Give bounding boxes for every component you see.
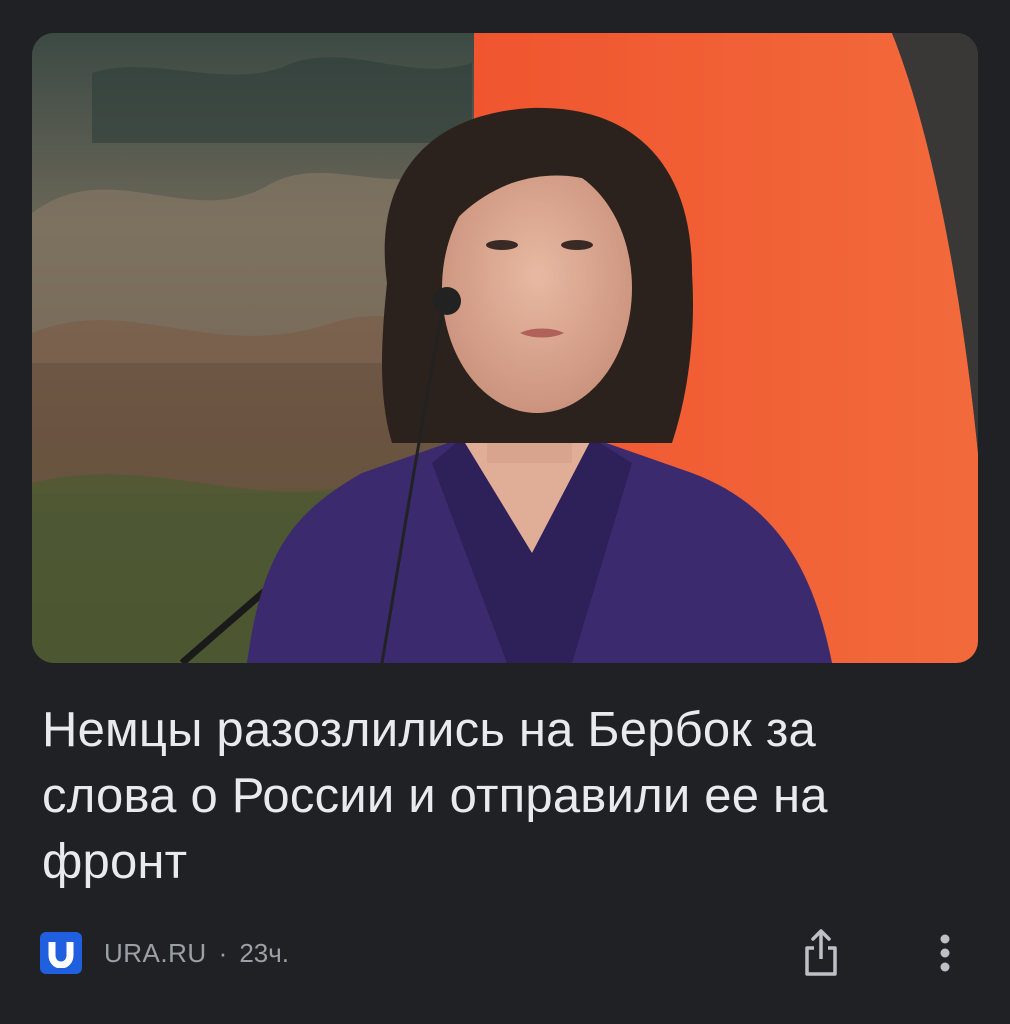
source-name[interactable]: URA.RU: [104, 938, 207, 969]
share-icon: [805, 929, 837, 976]
more-vert-icon: [940, 934, 950, 972]
article-headline[interactable]: Немцы разозлились на Бербок за слова о Р…: [42, 697, 942, 895]
ura-logo-icon: [40, 932, 82, 974]
more-options-button[interactable]: [926, 930, 964, 976]
publish-time: 23ч.: [239, 937, 290, 968]
article-meta: URA.RU · 23ч.: [40, 930, 289, 976]
share-button[interactable]: [798, 926, 844, 980]
news-card[interactable]: Немцы разозлились на Бербок за слова о Р…: [0, 0, 1010, 1024]
article-image[interactable]: [32, 33, 978, 663]
article-photo: [32, 33, 978, 663]
meta-separator: ·: [218, 937, 228, 968]
